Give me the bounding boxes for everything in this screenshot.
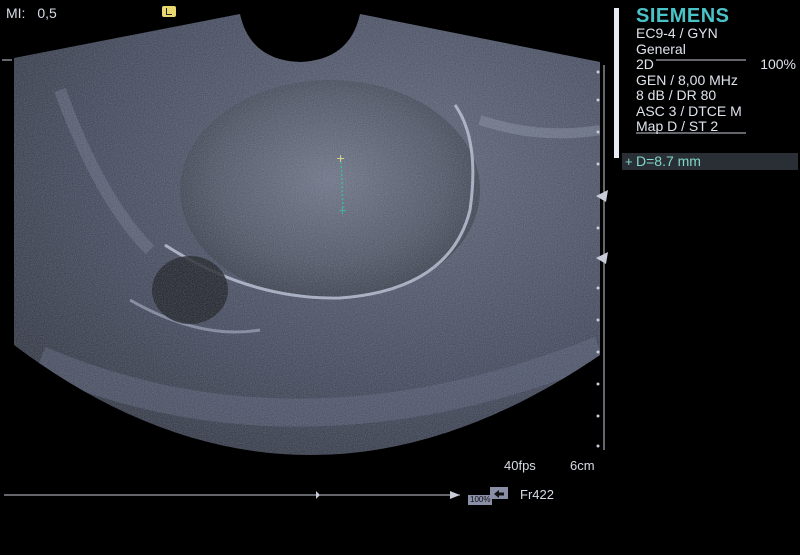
info-line-1: GEN / 8,00 MHz <box>636 71 738 88</box>
grayscale-bar <box>614 8 619 158</box>
power-percent: 100% <box>760 56 796 72</box>
probe-label: EC9-4 / GYN <box>636 25 718 41</box>
measurement-label: D=8.7 mm <box>636 153 701 169</box>
caliper-icon: + <box>625 154 633 169</box>
zoom-badge: 100% <box>468 489 493 507</box>
mode-row: 2D 100% <box>636 56 796 73</box>
info-line-3: ASC 3 / DTCE M <box>636 102 742 119</box>
gain-marker-icon <box>162 6 176 17</box>
info-panel: SIEMENS EC9-4 / GYN General 2D 100% GEN … <box>636 6 796 135</box>
preset-label: General <box>636 40 686 57</box>
back-arrow-icon[interactable] <box>490 487 508 499</box>
zoom-badge-text: 100% <box>468 495 493 505</box>
depth-value: 6cm <box>570 458 595 473</box>
mi-readout: MI: 0,5 <box>6 5 57 21</box>
frame-rate: 40fps <box>504 458 536 473</box>
frame-number: Fr422 <box>520 487 554 502</box>
info-line-4: Map D / ST 2 <box>636 118 719 134</box>
svg-text:+: + <box>336 152 345 165</box>
mi-label: MI: <box>6 5 26 21</box>
mode-label: 2D <box>636 56 654 72</box>
info-line-2: 8 dB / DR 80 <box>636 87 717 103</box>
brand-logo: SIEMENS <box>636 5 730 27</box>
measurement-result: + D=8.7 mm <box>622 153 798 170</box>
mi-value: 0,5 <box>37 5 57 21</box>
svg-text:+: + <box>338 204 347 217</box>
